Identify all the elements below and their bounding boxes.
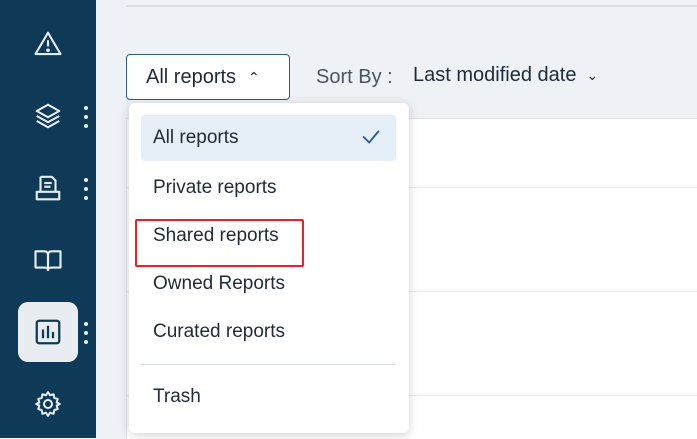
chevron-down-icon: ⌄	[586, 67, 599, 83]
sort-by-label: Sort By :	[316, 66, 393, 88]
sort-by-value: Last modified date	[413, 64, 577, 86]
report-filter-menu: All reports Private reports Shared repor…	[129, 103, 409, 433]
divider	[126, 5, 697, 7]
menu-item-all-reports[interactable]: All reports	[141, 115, 396, 161]
menu-item-label: Private reports	[153, 177, 277, 198]
sidebar-item-alerts[interactable]	[18, 14, 78, 74]
reports-more-icon[interactable]	[82, 322, 90, 344]
menu-divider	[141, 364, 396, 365]
sidebar-item-library[interactable]	[18, 230, 78, 290]
sort-by-dropdown[interactable]: Last modified date ⌄	[413, 64, 598, 87]
document-icon	[35, 175, 61, 201]
menu-item-label: Trash	[153, 386, 201, 407]
sidebar-item-settings[interactable]	[18, 374, 78, 434]
menu-item-label: All reports	[153, 127, 239, 148]
sidebar-item-reports[interactable]	[18, 302, 78, 362]
menu-item-trash[interactable]: Trash	[141, 374, 396, 420]
layers-icon	[35, 103, 61, 129]
report-filter-dropdown[interactable]: All reports ⌃	[126, 54, 290, 100]
sidebar-item-layers[interactable]	[18, 86, 78, 146]
menu-item-label: Owned Reports	[153, 273, 286, 294]
menu-item-owned-reports[interactable]: Owned Reports	[141, 261, 396, 307]
checkmark-icon	[362, 130, 380, 144]
report-chart-icon	[35, 319, 61, 345]
menu-item-label: Shared reports	[153, 225, 279, 246]
report-filter-label: All reports	[146, 65, 237, 88]
alert-triangle-icon	[34, 31, 62, 56]
chevron-up-icon: ⌃	[248, 68, 260, 85]
book-icon	[34, 250, 62, 272]
menu-item-private-reports[interactable]: Private reports	[141, 165, 396, 211]
gear-icon	[35, 391, 61, 417]
sidebar-item-documents[interactable]	[18, 158, 78, 218]
menu-item-curated-reports[interactable]: Curated reports	[141, 309, 396, 355]
documents-more-icon[interactable]	[82, 178, 90, 200]
layers-more-icon[interactable]	[82, 106, 90, 128]
sidebar	[0, 0, 96, 438]
menu-item-shared-reports[interactable]: Shared reports	[141, 213, 396, 259]
menu-item-label: Curated reports	[153, 321, 286, 342]
